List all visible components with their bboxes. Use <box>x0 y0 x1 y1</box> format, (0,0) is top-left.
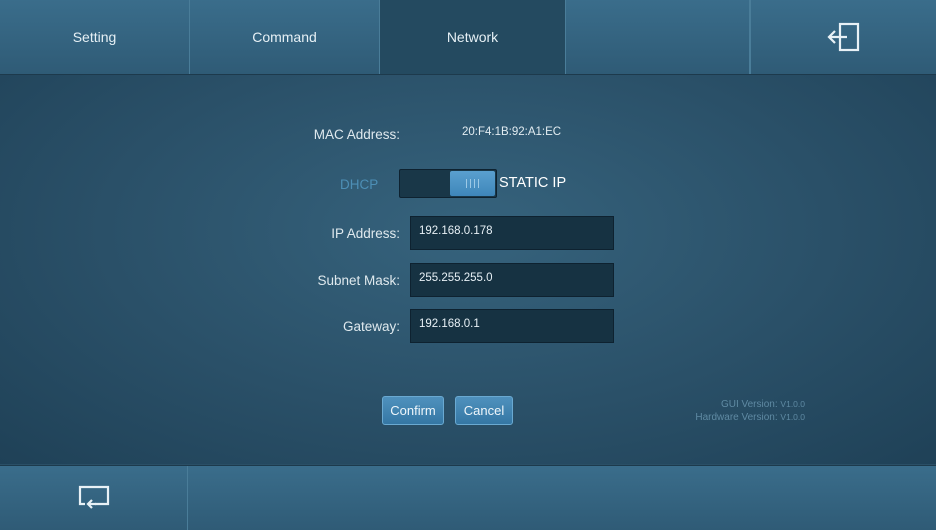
ip-address-input[interactable]: 192.168.0.178 <box>410 216 614 250</box>
exit-button[interactable] <box>750 0 936 74</box>
hardware-version-value: V1.0.0 <box>780 412 805 422</box>
bottom-bar <box>0 465 936 530</box>
subnet-mask-label: Subnet Mask: <box>317 273 400 288</box>
hardware-version-label: Hardware Version: <box>695 412 778 423</box>
gui-version-label: GUI Version: <box>720 399 778 410</box>
tab-command[interactable]: Command <box>190 0 380 74</box>
hardware-version: Hardware Version: V1.0.0 <box>640 411 805 424</box>
ip-address-label: IP Address: <box>331 226 400 241</box>
tab-setting-label: Setting <box>72 29 117 45</box>
dhcp-label[interactable]: DHCP <box>340 177 378 192</box>
toggle-knob <box>450 171 495 196</box>
tab-command-label: Command <box>252 29 317 45</box>
tab-setting[interactable]: Setting <box>0 0 190 74</box>
gateway-label: Gateway: <box>342 319 400 334</box>
exit-icon <box>826 22 859 52</box>
return-button[interactable] <box>0 466 188 530</box>
gateway-input[interactable]: 192.168.0.1 <box>410 309 614 343</box>
tab-network[interactable]: Network <box>380 0 566 74</box>
dhcp-static-toggle[interactable] <box>399 169 497 198</box>
gui-version: GUI Version: V1.0.0 <box>640 398 805 411</box>
gui-version-value: V1.0.0 <box>780 399 805 409</box>
confirm-button[interactable]: Confirm <box>382 396 444 425</box>
mac-address-value: 20:F4:1B:92:A1:EC <box>462 126 562 138</box>
version-info: GUI Version: V1.0.0 Hardware Version: V1… <box>640 398 805 424</box>
top-nav-bar: Setting Command Network <box>0 0 936 75</box>
mac-address-label: MAC Address: <box>313 127 400 142</box>
cancel-button[interactable]: Cancel <box>455 396 513 425</box>
tab-network-label: Network <box>446 29 499 45</box>
return-icon <box>78 485 109 509</box>
static-ip-label[interactable]: STATIC IP <box>499 175 566 191</box>
tab-empty <box>566 0 750 74</box>
subnet-mask-input[interactable]: 255.255.255.0 <box>410 263 614 297</box>
